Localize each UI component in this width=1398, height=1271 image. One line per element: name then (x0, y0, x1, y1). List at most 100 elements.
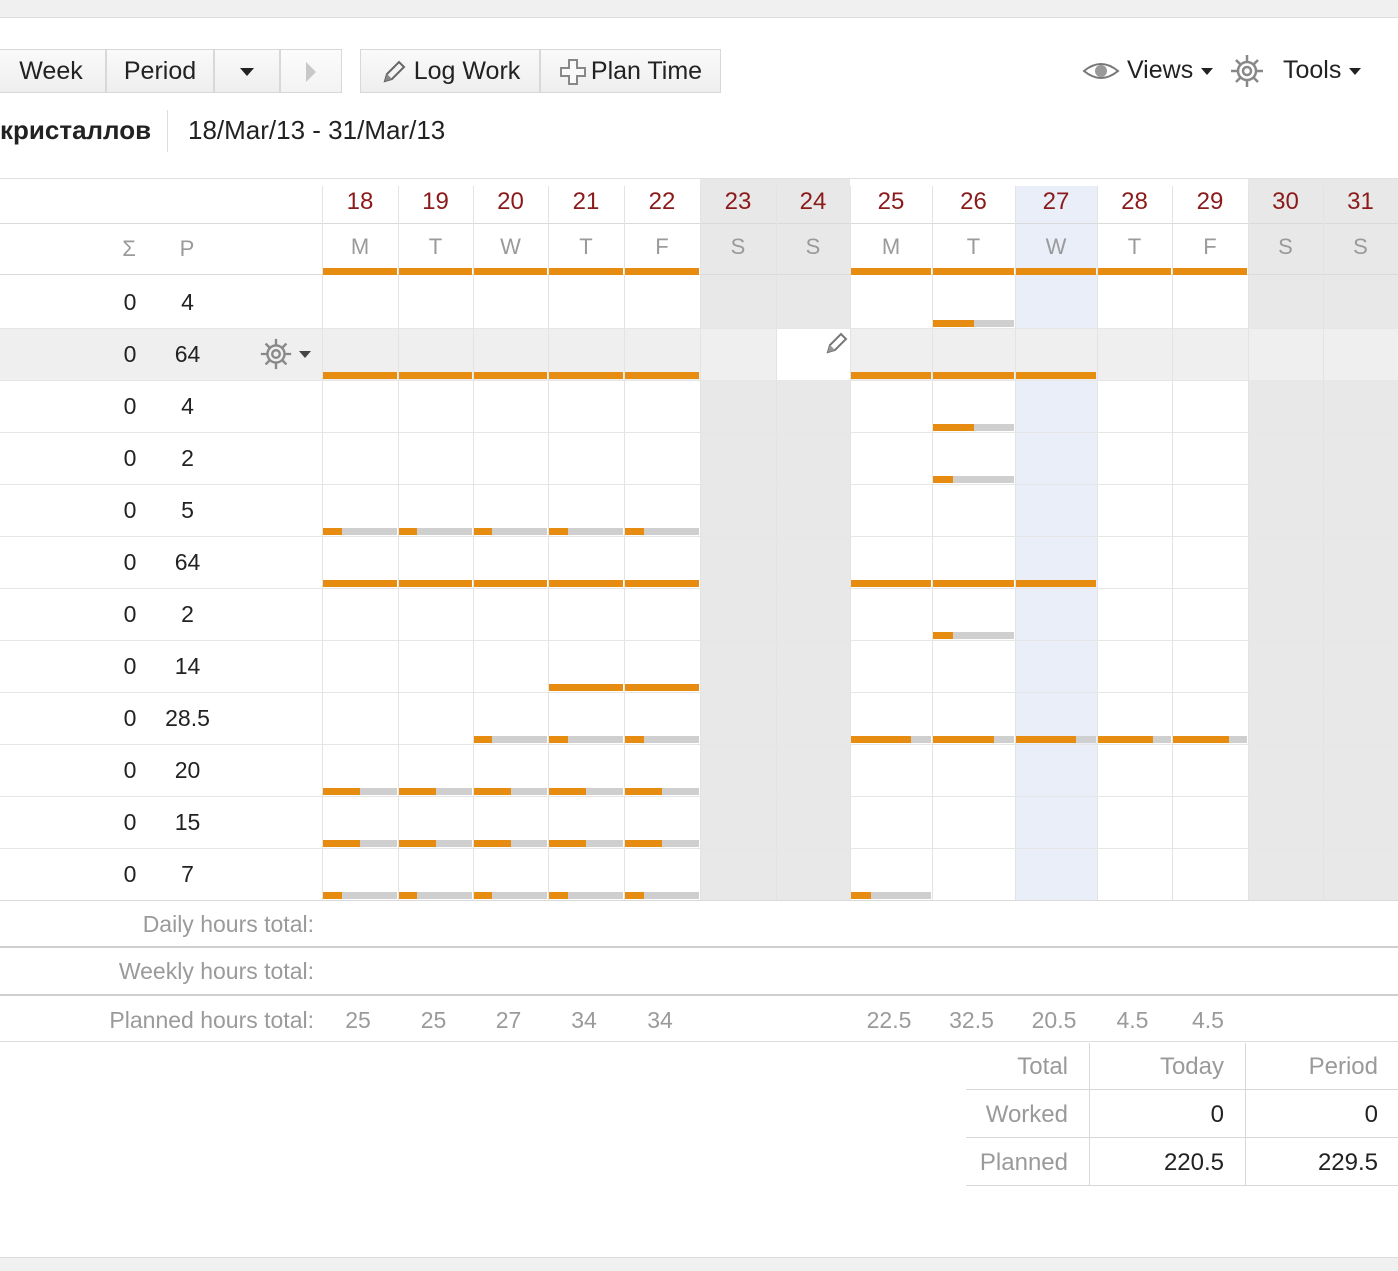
planned-bar[interactable] (625, 268, 699, 275)
planned-bar[interactable] (625, 788, 662, 795)
planned-bar[interactable] (474, 840, 511, 847)
planned-bar[interactable] (549, 268, 623, 275)
planned-bar[interactable] (549, 788, 586, 795)
planned-bar[interactable] (474, 788, 511, 795)
row-planned-value: 15 (174, 809, 201, 835)
planned-bar[interactable] (625, 892, 644, 899)
column-divider (1172, 186, 1173, 900)
planned-bar[interactable] (399, 372, 472, 379)
planned-bar[interactable] (323, 372, 397, 379)
planned-bar[interactable] (323, 788, 360, 795)
day-number[interactable]: 30 (1248, 184, 1323, 220)
planned-bar[interactable] (1016, 580, 1096, 587)
planned-bar[interactable] (625, 372, 699, 379)
planned-bar[interactable] (549, 892, 568, 899)
plus-icon (559, 59, 586, 86)
planned-bar[interactable] (1098, 736, 1153, 743)
day-number[interactable]: 20 (473, 184, 548, 220)
planned-bar[interactable] (323, 580, 397, 587)
week-button[interactable]: Week (0, 49, 106, 93)
planned-bar[interactable] (474, 528, 492, 535)
planned-bar[interactable] (549, 528, 568, 535)
planned-bar[interactable] (851, 892, 871, 899)
planned-bar[interactable] (549, 580, 623, 587)
day-number[interactable]: 27 (1015, 184, 1097, 220)
planned-bar[interactable] (933, 424, 974, 431)
planned-bar[interactable] (474, 580, 547, 587)
row-settings-menu[interactable] (258, 336, 312, 372)
planned-bar[interactable] (1016, 372, 1096, 379)
planned-bar[interactable] (323, 528, 342, 535)
day-number[interactable]: 31 (1323, 184, 1398, 220)
planned-bar[interactable] (933, 476, 953, 483)
planned-bar[interactable] (625, 580, 699, 587)
planned-total-cell: 27 (495, 1007, 522, 1033)
row-planned-value: 2 (181, 445, 194, 471)
planned-bar[interactable] (474, 372, 547, 379)
period-button[interactable]: Period (106, 49, 214, 93)
day-number[interactable]: 29 (1172, 184, 1248, 220)
planned-bar[interactable] (474, 268, 547, 275)
project-name[interactable]: кристаллов (0, 112, 151, 148)
edit-cell[interactable] (776, 328, 850, 380)
plan-time-button[interactable]: Plan Time (540, 49, 721, 93)
day-of-week: M (350, 234, 370, 259)
planned-total-cell: 25 (420, 1007, 447, 1033)
day-number[interactable]: 24 (776, 184, 850, 220)
period-dropdown-button[interactable] (214, 49, 280, 93)
planned-bar[interactable] (1098, 268, 1171, 275)
planned-bar[interactable] (933, 736, 994, 743)
planned-bar[interactable] (549, 840, 586, 847)
planned-bar[interactable] (625, 528, 644, 535)
planned-bar[interactable] (1016, 268, 1096, 275)
summary-worked-today: 0 (1210, 1101, 1224, 1128)
row-planned-value: 14 (174, 653, 201, 679)
planned-bar[interactable] (549, 372, 623, 379)
planned-bar[interactable] (851, 268, 931, 275)
planned-bar[interactable] (474, 736, 492, 743)
planned-bar[interactable] (625, 736, 644, 743)
arrow-right-icon (306, 62, 316, 83)
planned-bar[interactable] (323, 840, 360, 847)
planned-bar[interactable] (474, 892, 492, 899)
planned-bar[interactable] (399, 840, 436, 847)
day-number[interactable]: 19 (398, 184, 473, 220)
planned-bar[interactable] (549, 684, 623, 691)
planned-bar[interactable] (625, 840, 662, 847)
planned-bar[interactable] (851, 580, 931, 587)
day-number[interactable]: 26 (932, 184, 1015, 220)
day-number[interactable]: 21 (548, 184, 624, 220)
next-period-button[interactable] (280, 49, 342, 93)
summary-header-total: Total (1017, 1053, 1068, 1080)
day-number[interactable]: 23 (700, 184, 776, 220)
column-divider (1248, 186, 1249, 900)
planned-bar[interactable] (323, 268, 397, 275)
planned-bar[interactable] (625, 684, 699, 691)
day-number[interactable]: 22 (624, 184, 700, 220)
planned-total-cell (774, 1002, 848, 1038)
planned-bar[interactable] (933, 580, 1014, 587)
planned-bar[interactable] (933, 320, 974, 327)
planned-bar[interactable] (933, 632, 953, 639)
planned-bar[interactable] (851, 736, 911, 743)
log-work-button[interactable]: Log Work (360, 49, 540, 93)
planned-bar[interactable] (399, 528, 417, 535)
planned-bar[interactable] (1016, 736, 1076, 743)
planned-bar[interactable] (1173, 736, 1229, 743)
planned-bar[interactable] (399, 788, 436, 795)
planned-bar[interactable] (399, 892, 417, 899)
views-menu[interactable]: Views (1082, 50, 1214, 90)
planned-bar[interactable] (851, 372, 931, 379)
planned-bar[interactable] (399, 580, 472, 587)
planned-bar[interactable] (1173, 268, 1247, 275)
planned-bar[interactable] (933, 268, 1014, 275)
planned-bar[interactable] (933, 372, 1014, 379)
tools-menu[interactable]: Tools (1228, 50, 1362, 90)
planned-bar[interactable] (399, 268, 472, 275)
day-number[interactable]: 28 (1097, 184, 1172, 220)
day-number[interactable]: 25 (850, 184, 932, 220)
row-planned-value: 5 (181, 497, 194, 523)
planned-bar[interactable] (549, 736, 568, 743)
planned-bar[interactable] (323, 892, 342, 899)
day-number[interactable]: 18 (322, 184, 398, 220)
